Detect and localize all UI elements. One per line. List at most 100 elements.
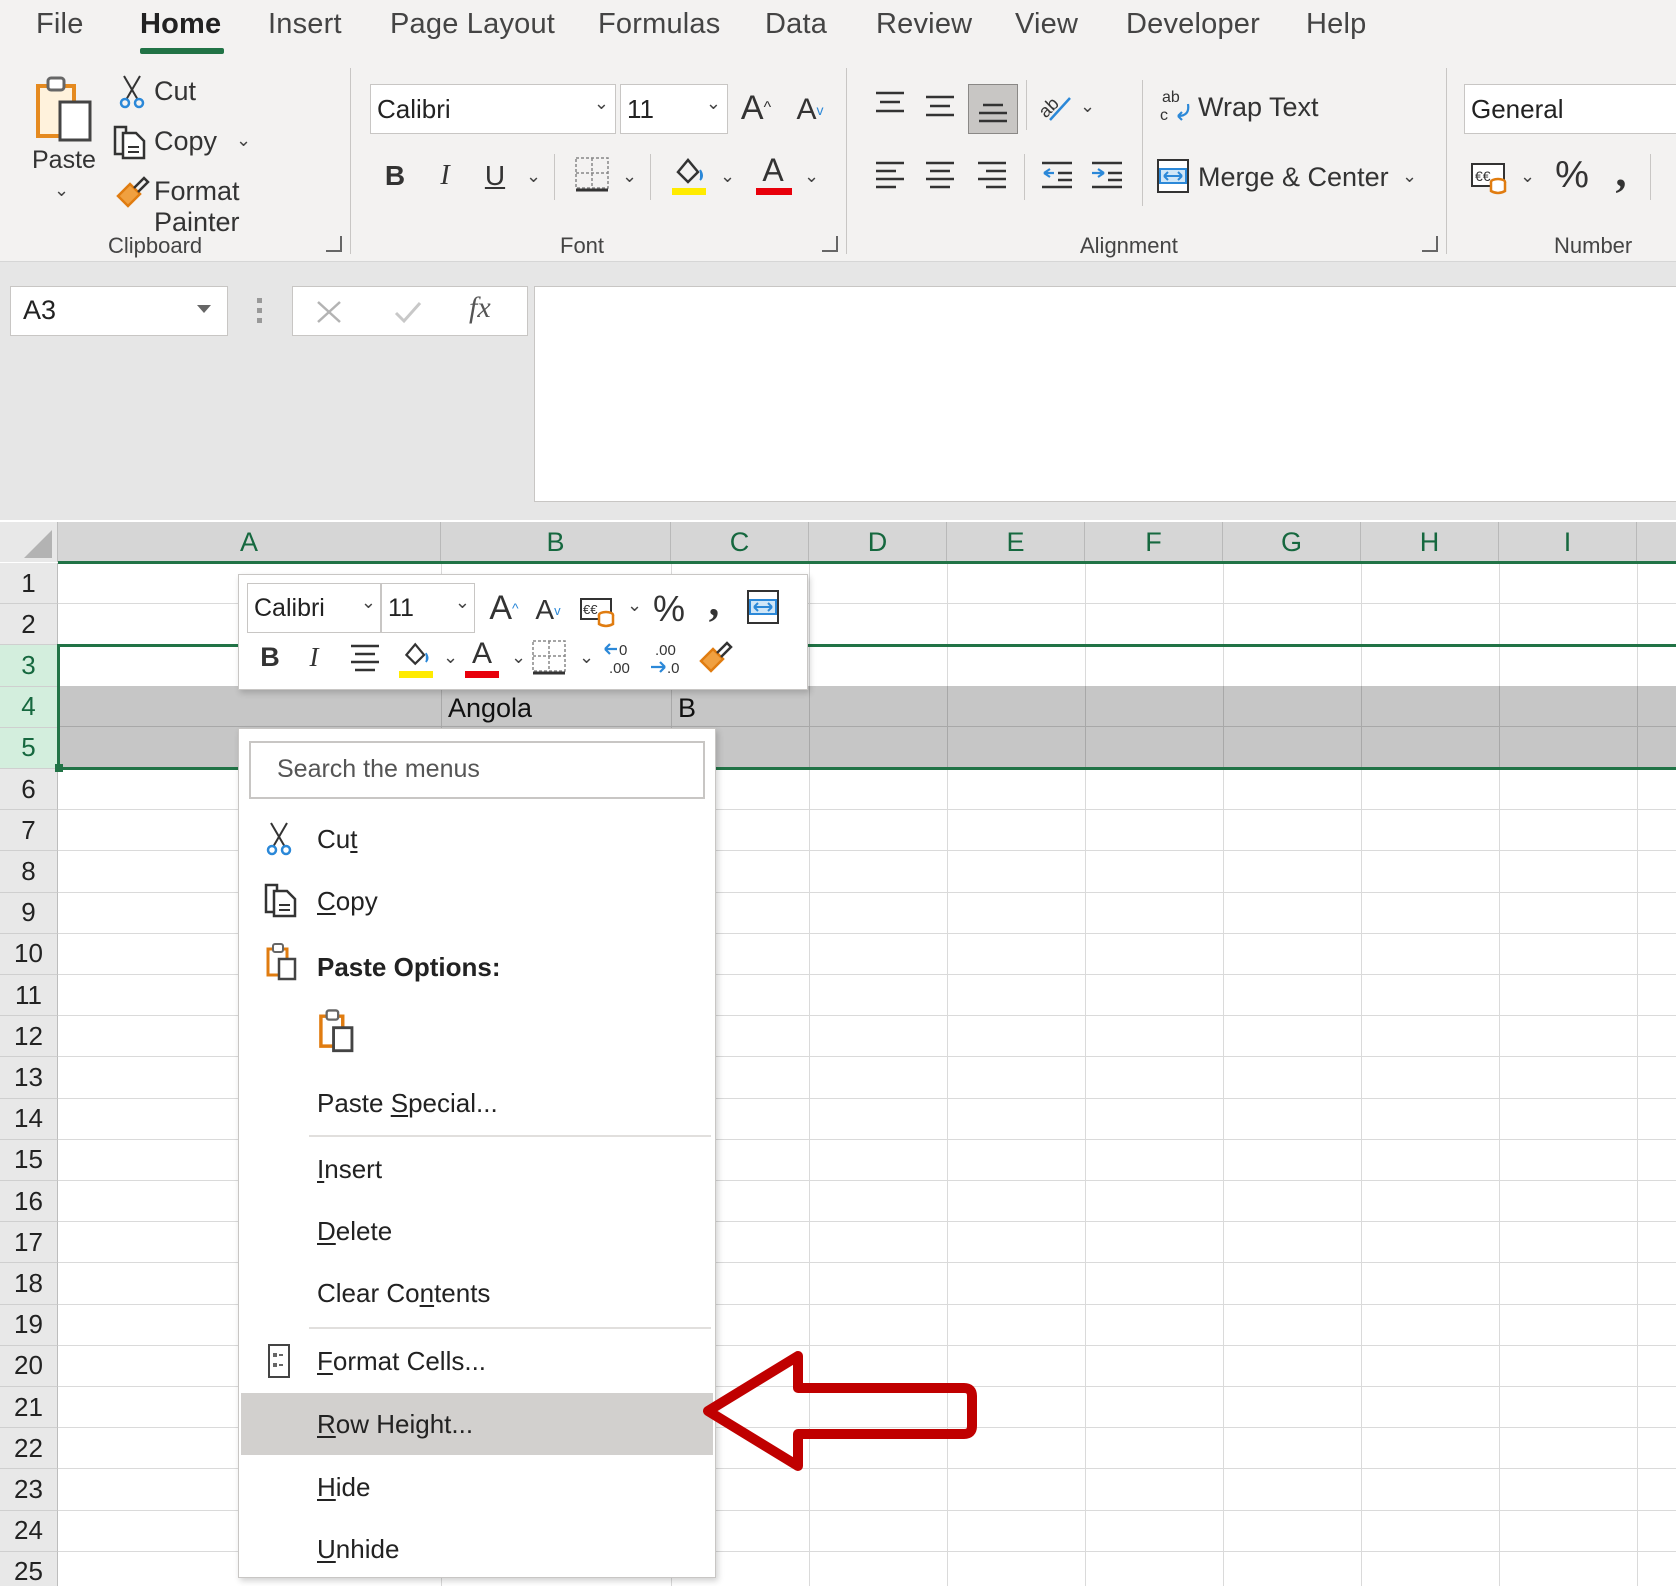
column-header-a[interactable]: A [58,522,441,562]
menu-item-copy[interactable]: Copy [239,871,715,931]
insert-function-button[interactable]: fx [469,291,491,325]
mini-fill-color-icon[interactable] [399,639,435,669]
percent-style-button[interactable]: % [1552,152,1592,198]
enter-checkmark-icon[interactable] [393,299,423,325]
font-name-combo[interactable]: Calibri ⌄ [370,84,616,134]
increase-indent-icon[interactable] [1090,160,1124,190]
orientation-icon[interactable]: ab [1036,86,1076,126]
decrease-font-size-icon[interactable]: Av [790,88,830,132]
accounting-format-icon[interactable]: €€ [1470,160,1510,196]
menu-item-insert[interactable]: Insert [239,1139,715,1199]
mini-merge-center-icon[interactable] [745,589,781,625]
menu-item-paste-special[interactable]: Paste Special... [239,1073,715,1133]
row-header-17[interactable]: 17 [0,1222,58,1264]
column-header-g[interactable]: G [1223,522,1361,562]
row-header-23[interactable]: 23 [0,1469,58,1511]
row-header-25[interactable]: 25 [0,1551,58,1586]
comma-style-button[interactable]: , [1606,147,1636,196]
mini-font-name-combo[interactable]: Calibri ⌄ [247,583,381,633]
row-header-9[interactable]: 9 [0,892,58,934]
row-header-14[interactable]: 14 [0,1098,58,1140]
merge-center-button[interactable]: Merge & Center [1156,156,1416,200]
menu-item-format-cells[interactable]: Format Cells... [239,1331,715,1391]
mini-bold-button[interactable]: B [257,637,283,677]
row-header-1[interactable]: 1 [0,563,58,605]
row-header-11[interactable]: 11 [0,975,58,1017]
row-header-3[interactable]: 3 [0,645,58,687]
chevron-down-icon[interactable]: ⌄ [236,130,251,151]
tab-page-layout[interactable]: Page Layout [390,8,555,41]
cell-b4[interactable]: Angola [448,693,532,724]
align-center-icon[interactable] [924,160,956,190]
cancel-icon[interactable] [315,299,343,325]
row-header-15[interactable]: 15 [0,1139,58,1181]
chevron-down-icon[interactable]: ⌄ [1080,96,1095,117]
tab-review[interactable]: Review [876,8,972,41]
fill-color-icon[interactable] [672,154,708,188]
chevron-down-icon[interactable]: ⌄ [622,166,637,187]
number-format-combo[interactable]: General [1464,84,1676,134]
font-dialog-launcher-icon[interactable] [822,236,838,252]
mini-borders-icon[interactable] [531,639,567,677]
wrap-text-button[interactable]: ab c Wrap Text [1160,86,1340,130]
clipboard-dialog-launcher-icon[interactable] [326,236,342,252]
tab-home[interactable]: Home [140,8,221,41]
chevron-down-icon[interactable]: ⌄ [627,595,642,616]
middle-align-icon[interactable] [924,94,956,120]
column-header-d[interactable]: D [809,522,947,562]
tab-help[interactable]: Help [1306,8,1366,41]
row-header-20[interactable]: 20 [0,1345,58,1387]
mini-center-align-icon[interactable] [349,643,381,673]
menu-item-clear-contents[interactable]: Clear Contents [239,1263,715,1323]
chevron-down-icon[interactable]: ⌄ [1520,166,1535,187]
column-header-h[interactable]: H [1361,522,1499,562]
font-size-combo[interactable]: 11 ⌄ [620,84,728,134]
row-header-18[interactable]: 18 [0,1263,58,1305]
mini-increase-font-icon[interactable]: A ^ [485,585,523,631]
chevron-down-icon[interactable]: ⌄ [579,647,594,668]
name-box[interactable]: A3 [10,286,228,336]
row-header-5[interactable]: 5 [0,727,58,769]
paste-option-button[interactable] [317,1007,361,1057]
cut-button[interactable]: Cut [116,72,216,112]
row-header-7[interactable]: 7 [0,810,58,852]
chevron-down-icon[interactable]: ⌄ [511,647,526,668]
italic-button[interactable]: I [430,156,460,196]
row-header-4[interactable]: 4 [0,686,58,728]
mini-accounting-format-icon[interactable]: €€ [579,595,619,629]
alignment-dialog-launcher-icon[interactable] [1422,236,1438,252]
menu-item-delete[interactable]: Delete [239,1201,715,1261]
tab-data[interactable]: Data [765,8,827,41]
row-header-10[interactable]: 10 [0,933,58,975]
mini-decrease-decimal-icon[interactable]: .00 .0 [647,639,687,677]
menu-item-unhide[interactable]: Unhide [239,1519,715,1579]
row-header-22[interactable]: 22 [0,1428,58,1470]
select-all-button[interactable] [0,522,58,562]
chevron-down-icon[interactable]: ⌄ [443,647,458,668]
mini-font-color-icon[interactable]: A [465,635,499,673]
tab-insert[interactable]: Insert [268,8,342,41]
menu-item-cut[interactable]: Cut [239,809,715,869]
row-header-2[interactable]: 2 [0,604,58,646]
align-right-icon[interactable] [976,160,1008,190]
drag-handle-icon[interactable] [257,298,263,324]
column-header-e[interactable]: E [947,522,1085,562]
chevron-down-icon[interactable]: ⌄ [720,166,735,187]
mini-comma-button[interactable]: , [699,579,729,625]
bold-button[interactable]: B [380,156,410,196]
mini-increase-decimal-icon[interactable]: 0 .00 [601,639,641,677]
mini-font-size-combo[interactable]: 11 ⌄ [381,583,475,633]
cell-c4[interactable]: B [678,693,696,724]
tab-view[interactable]: View [1015,8,1078,41]
mini-decrease-font-icon[interactable]: Av [531,589,565,631]
chevron-down-icon[interactable]: ⌄ [804,166,819,187]
underline-button[interactable]: U [480,156,510,196]
row-header-24[interactable]: 24 [0,1510,58,1552]
row-header-21[interactable]: 21 [0,1387,58,1429]
paste-button[interactable]: Paste ⌄ [24,72,100,208]
formula-input[interactable] [534,286,1676,502]
mini-percent-button[interactable]: % [649,587,689,631]
mini-format-painter-icon[interactable] [697,639,733,675]
menu-item-row-height[interactable]: Row Height... [241,1393,713,1455]
column-header-c[interactable]: C [671,522,809,562]
